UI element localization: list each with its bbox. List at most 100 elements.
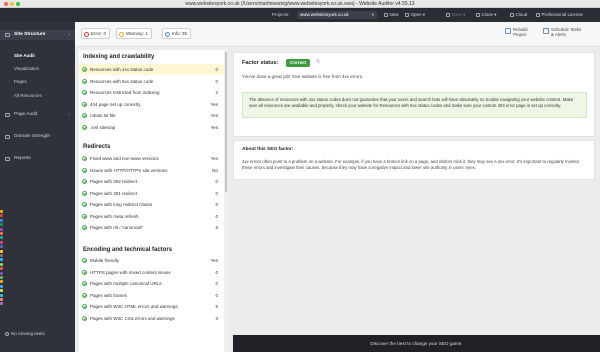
info-filter-button[interactable]: Info: 35 (162, 28, 192, 39)
factor-row[interactable]: Pages with multiple canonical URLs 0 (79, 278, 226, 289)
factor-value: 5 (215, 304, 218, 309)
factor-label: Pages with frames (90, 292, 128, 298)
dock-app-icon[interactable] (0, 289, 3, 293)
factor-row[interactable]: Fixed www and non-www versions Yes (79, 153, 226, 164)
check-circle-icon (82, 269, 87, 275)
scrollbar-thumb[interactable] (225, 52, 227, 192)
check-circle-icon (82, 167, 87, 173)
factor-row[interactable]: Pages with meta refresh 0 (79, 211, 226, 222)
sidebar-item-reports[interactable]: Reports (0, 154, 75, 164)
factor-value: Yes (210, 101, 218, 107)
sidebar-item-page-audit[interactable]: Page Audit › (0, 110, 75, 120)
projects-label: Projects: (272, 12, 290, 17)
check-circle-icon (82, 315, 87, 321)
factor-row[interactable]: Mobile friendly Yes (79, 255, 226, 266)
license-button[interactable]: Professional License (536, 12, 583, 17)
warning-icon (119, 31, 124, 37)
sidebar-item-site-structure[interactable]: Site Structure ‹ (0, 30, 75, 40)
sidebar-item-visualization[interactable]: Visualization (14, 66, 39, 71)
dock-app-icon[interactable] (0, 271, 3, 275)
warning-filter-button[interactable]: Warning: 1 (116, 28, 152, 39)
factor-row[interactable]: Pages with W3C CSS errors and warnings 3 (79, 313, 226, 324)
factor-label: Issues with HTTP/HTTPS site versions (90, 167, 168, 173)
folder-icon (405, 12, 409, 17)
rebuild-icon (505, 28, 511, 34)
factor-status-label: Factor status: (242, 60, 279, 66)
dock-app-icon[interactable] (0, 267, 3, 271)
check-circle-icon (82, 304, 87, 309)
factor-row[interactable]: Resources with 5xx status code 0 (79, 76, 226, 87)
factor-row[interactable]: Issues with HTTP/HTTPS site versions No (79, 165, 226, 176)
dock-app-icon[interactable] (0, 240, 3, 244)
user-icon (536, 12, 540, 17)
sitemap-icon (5, 33, 10, 37)
check-circle-icon (82, 78, 87, 84)
factor-row[interactable]: Resources with 4xx status code 0 (79, 64, 226, 75)
new-button[interactable]: New (384, 12, 399, 17)
factor-row[interactable]: Pages with 302 redirect 0 (79, 176, 226, 187)
main-toolbar: Projects: www.websitesyork.co.uk ▾ New O… (0, 8, 600, 22)
factor-row[interactable]: 404 page set up correctly Yes (79, 99, 226, 110)
section-encoding-heading: Encoding and technical factors (83, 247, 173, 253)
dock-app-icon[interactable] (0, 284, 3, 288)
factor-value: Yes (210, 113, 218, 118)
dock-app-icon[interactable] (0, 293, 3, 297)
factor-label: robots.txt file (90, 113, 116, 118)
sidebar-item-all-resources[interactable]: All Resources (14, 93, 42, 98)
dock-app-icon[interactable] (0, 245, 3, 249)
close-project-button[interactable]: Close ▾ (476, 12, 497, 18)
sidebar-item-pages[interactable]: Pages (14, 79, 27, 84)
refresh-icon[interactable]: ↻ (316, 59, 320, 65)
factor-label: Fixed www and non-www versions (90, 156, 159, 161)
dock-app-icon[interactable] (0, 232, 3, 235)
open-button[interactable]: Open ▾ (405, 12, 425, 18)
factor-row[interactable]: Resources restricted from indexing 2 (79, 87, 226, 98)
dock-app-icon[interactable] (0, 210, 3, 213)
dock-app-icon[interactable] (0, 227, 3, 231)
save-button[interactable]: Save ▾ (446, 12, 465, 18)
status-badge: Correct (286, 59, 311, 67)
running-tasks-status[interactable]: No running tasks (5, 331, 45, 336)
factor-label: Pages with W3C CSS errors and warnings (90, 315, 175, 321)
calendar-icon (543, 28, 549, 34)
check-circle-icon (82, 281, 87, 286)
sidebar-item-site-audit[interactable]: Site Audit (14, 53, 35, 58)
error-filter-button[interactable]: Error: 0 (81, 28, 111, 39)
check-circle-icon (82, 124, 87, 130)
factor-value: 0 (215, 213, 218, 219)
dock-app-icon[interactable] (0, 218, 3, 222)
factor-row[interactable]: robots.txt file Yes (79, 110, 226, 121)
factor-row[interactable]: Pages with long redirect chains 0 (79, 199, 226, 210)
project-select[interactable]: www.websitesyork.co.uk ▾ (297, 11, 377, 19)
window-title-bar: www.websitesyork.co.uk (/Users/martinwar… (0, 0, 600, 8)
factor-row[interactable]: Pages with rel="canonical" 9 (79, 222, 226, 233)
status-summary: You've done a great job! Your website is… (242, 74, 364, 79)
factor-label: Pages with W3C HTML errors and warnings (90, 304, 178, 309)
check-circle-icon (82, 67, 87, 72)
factor-value: 0 (215, 281, 218, 286)
factor-row[interactable]: .xml sitemap Yes (79, 122, 226, 133)
dock-app-icon[interactable] (0, 276, 3, 279)
factor-label: Pages with meta refresh (90, 213, 139, 219)
dock-app-icon[interactable] (0, 254, 3, 257)
cloud-button[interactable]: Cloud (510, 12, 527, 17)
dock-app-icon[interactable] (0, 249, 3, 253)
dock-app-icon[interactable] (0, 262, 3, 266)
factor-row[interactable]: Pages with W3C HTML errors and warnings 5 (79, 301, 226, 312)
factor-detail-panel: Factor status: Correct ↻ You've done a g… (233, 52, 595, 137)
factor-label: Resources restricted from indexing (90, 90, 160, 95)
factor-row[interactable]: Pages with 301 redirect 0 (79, 188, 226, 199)
factor-list-scrollbar[interactable] (224, 50, 228, 352)
sidebar: Site Structure ‹ Site Audit Visualizatio… (0, 22, 75, 352)
rebuild-project-button[interactable]: Rebuild Project (505, 27, 528, 37)
dock-app-icon[interactable] (0, 298, 3, 301)
schedule-tasks-button[interactable]: Schedule Tasks & Alerts (543, 27, 581, 37)
factor-row[interactable]: HTTPS pages with mixed content issues 0 (79, 267, 226, 278)
promo-bar: Discover the best to change your SEO gam… (233, 335, 600, 352)
sidebar-item-domain-strength[interactable]: Domain Strength (0, 132, 75, 142)
chevron-left-icon: ‹ (68, 32, 71, 37)
factor-row[interactable]: Pages with frames 0 (79, 290, 226, 301)
dock-app-icon[interactable] (0, 223, 3, 227)
about-factor-panel: About this SEO factor: 4xx errors often … (233, 140, 595, 180)
check-circle-icon (82, 225, 87, 230)
